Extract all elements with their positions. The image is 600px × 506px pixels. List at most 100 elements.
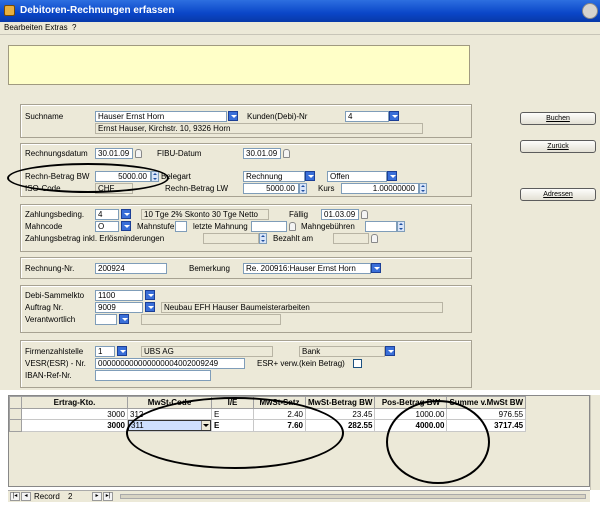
verantwortlich-input[interactable] <box>95 314 117 325</box>
col-ertrag-kto[interactable]: Ertrag-Kto. <box>21 396 128 409</box>
bank-name: UBS AG <box>141 346 273 357</box>
cell-ertrag-kto[interactable]: 3000 <box>21 408 128 420</box>
suchname-input[interactable]: Hauser Ernst Horn <box>95 111 227 122</box>
fibu-input[interactable]: 30.01.09 <box>243 148 281 159</box>
firmenzahlstelle-dropdown-icon[interactable] <box>117 346 127 356</box>
letzte-mahnung-label: letzte Mahnung <box>193 222 248 231</box>
zahlungsbetrag-label: Zahlungsbetrag inkl. Erlösminderungen <box>25 234 165 243</box>
iban-input[interactable] <box>95 370 211 381</box>
rechnung-nr-input[interactable]: 200924 <box>95 263 167 274</box>
row-selector[interactable] <box>9 419 22 432</box>
spinner-icon[interactable] <box>259 233 267 244</box>
calendar-icon[interactable] <box>135 149 142 158</box>
auftrag-dropdown-icon[interactable] <box>145 302 155 312</box>
mahncode-label: Mahncode <box>25 222 63 231</box>
verantwortlich-text <box>141 314 281 325</box>
auftrag-text: Neubau EFH Hauser Baumeisterarbeiten <box>161 302 443 313</box>
next-record-icon[interactable]: ▸ <box>92 492 102 501</box>
zahlungsbetrag-input <box>203 233 259 244</box>
mahngebuehren-input[interactable] <box>365 221 397 232</box>
reference-panel: Rechnung-Nr. 200924 Bemerkung Re. 200916… <box>20 257 472 279</box>
annotation-ellipse-mwst <box>126 397 344 469</box>
col-mwst-betrag[interactable]: MwSt-Betrag BW <box>304 396 376 409</box>
last-record-icon[interactable]: ▸| <box>103 492 113 501</box>
kurs-input[interactable]: 1.00000000 <box>341 183 419 194</box>
mahnstufe-input[interactable] <box>175 221 187 232</box>
firmenzahlstelle-input[interactable]: 1 <box>95 346 115 357</box>
menu-extras[interactable]: Extras <box>45 23 68 32</box>
annotation-ellipse-pos-betrag <box>386 400 490 484</box>
mahnstufe-label: Mahnstufe <box>137 222 175 231</box>
bemerkung-input[interactable]: Re. 200916:Hauser Ernst Horn <box>243 263 371 274</box>
faellig-input[interactable]: 01.03.09 <box>321 209 359 220</box>
zahlungsbeding-label: Zahlungsbeding. <box>25 210 85 219</box>
app-icon <box>4 5 15 16</box>
spinner-icon[interactable] <box>299 183 307 194</box>
vertical-scrollbar[interactable] <box>590 395 600 490</box>
bank-panel: Firmenzahlstelle 1 UBS AG Bank VESR(ESR)… <box>20 340 472 388</box>
zahlungsbeding-input[interactable]: 4 <box>95 209 119 220</box>
bezahlt-am-label: Bezahlt am <box>273 234 314 243</box>
buchen-button[interactable]: Buchen <box>520 112 596 125</box>
letzte-mahnung-input[interactable] <box>251 221 287 232</box>
spinner-icon[interactable] <box>419 183 427 194</box>
calendar-icon[interactable] <box>289 222 296 231</box>
kunden-input[interactable]: 4 <box>345 111 389 122</box>
betrag-lw-input[interactable]: 5000.00 <box>243 183 299 194</box>
status-dropdown-icon[interactable] <box>387 171 397 181</box>
record-navigation-bar: |◂ ◂ Record 2 ▸ ▸| <box>8 490 590 502</box>
bemerkung-label: Bemerkung <box>189 264 230 273</box>
sammelkto-label: Debi-Sammelkto <box>25 291 85 300</box>
spinner-icon[interactable] <box>397 221 405 232</box>
calendar-icon[interactable] <box>371 234 378 243</box>
rechnungsdatum-input[interactable]: 30.01.09 <box>95 148 133 159</box>
suchname-label: Suchname <box>25 112 64 121</box>
first-record-icon[interactable]: |◂ <box>10 492 20 501</box>
sammelkto-input[interactable]: 1100 <box>95 290 143 301</box>
kunden-dropdown-icon[interactable] <box>389 111 399 121</box>
row-selector-header <box>9 396 22 409</box>
prev-record-icon[interactable]: ◂ <box>21 492 31 501</box>
menu-bar: Bearbeiten Extras ? <box>0 22 600 35</box>
zahlungsbeding-text: 10 Tge 2% Skonto 30 Tge Netto <box>141 209 269 220</box>
horizontal-scrollbar[interactable] <box>120 494 586 499</box>
status-select[interactable]: Offen <box>327 171 387 182</box>
rechnung-nr-label: Rechnung-Nr. <box>25 264 75 273</box>
auftrag-input[interactable]: 9009 <box>95 302 143 313</box>
note-area[interactable] <box>8 45 470 85</box>
calendar-icon[interactable] <box>361 210 368 219</box>
belegart-select[interactable]: Rechnung <box>243 171 305 182</box>
menu-help[interactable]: ? <box>72 23 76 32</box>
adressen-button[interactable]: Adressen <box>520 188 596 201</box>
mahncode-dropdown-icon[interactable] <box>121 221 131 231</box>
suchname-dropdown-icon[interactable] <box>228 111 238 121</box>
fibu-label: FIBU-Datum <box>157 149 202 158</box>
zurueck-button[interactable]: Zurück <box>520 140 596 153</box>
vesr-input[interactable]: 000000000000000004002009249 <box>95 358 245 369</box>
record-number: 2 <box>68 492 73 501</box>
verantwortlich-dropdown-icon[interactable] <box>119 314 129 324</box>
close-button[interactable] <box>582 3 598 19</box>
kunden-label: Kunden(Debi)-Nr <box>247 112 308 121</box>
rechnungsdatum-label: Rechnungsdatum <box>25 149 88 158</box>
mahncode-input[interactable]: O <box>95 221 119 232</box>
payment-panel: Zahlungsbeding. 4 10 Tge 2% Skonto 30 Tg… <box>20 204 472 252</box>
belegart-dropdown-icon[interactable] <box>305 171 315 181</box>
esr-verw-checkbox[interactable] <box>353 359 362 368</box>
title-bar: Debitoren-Rechnungen erfassen <box>0 0 600 22</box>
zahlungsbeding-dropdown-icon[interactable] <box>121 209 131 219</box>
sammelkto-dropdown-icon[interactable] <box>145 290 155 300</box>
menu-bearbeiten[interactable]: Bearbeiten <box>4 23 43 32</box>
bank-type-dropdown-icon[interactable] <box>385 346 395 356</box>
mahngebuehren-label: Mahngebühren <box>301 222 355 231</box>
cell-ertrag-kto[interactable]: 3000 <box>21 419 128 432</box>
row-selector[interactable] <box>9 408 22 420</box>
accounting-panel: Debi-Sammelkto 1100 Auftrag Nr. 9009 Neu… <box>20 285 472 333</box>
auftrag-label: Auftrag Nr. <box>25 303 64 312</box>
bemerkung-dropdown-icon[interactable] <box>371 263 381 273</box>
calendar-icon[interactable] <box>283 149 290 158</box>
window-title: Debitoren-Rechnungen erfassen <box>20 5 175 16</box>
bezahlt-am-input <box>333 233 369 244</box>
customer-panel: Suchname Hauser Ernst Horn Kunden(Debi)-… <box>20 104 472 138</box>
bank-type: Bank <box>299 346 385 357</box>
